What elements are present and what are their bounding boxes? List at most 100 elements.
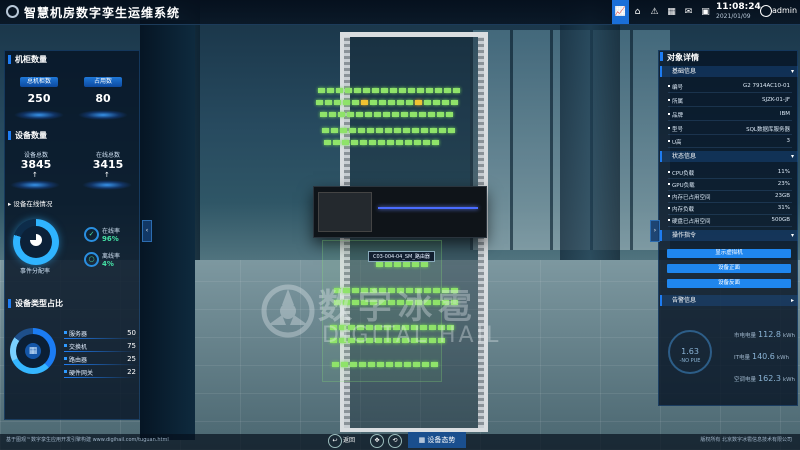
type-name: 服务器	[69, 331, 88, 338]
info-value: SJZK-01-JF	[762, 97, 790, 103]
bullet-icon	[668, 140, 670, 142]
device-front-button[interactable]: 设备正面	[667, 264, 791, 273]
info-key: 所属	[672, 99, 684, 105]
info-row: 所属 SJZK-01-JF	[668, 96, 792, 107]
check-icon: ✓	[84, 227, 99, 242]
brand-logo-icon	[261, 284, 315, 338]
cabinet-used-value: 80	[95, 92, 111, 105]
type-name: 硬件网关	[69, 370, 94, 377]
grid-icon[interactable]: ▦	[663, 0, 680, 24]
device-section-title: 设备数量	[8, 130, 47, 141]
basic-info-header[interactable]: 基础信息 ▾	[660, 66, 798, 77]
status-row: 硬盘已占用空间 500GB	[668, 216, 792, 227]
reset-icon[interactable]: ⟲	[388, 434, 402, 448]
rack-device-label[interactable]: C03-004-04_SM_路由器	[368, 251, 435, 262]
home-icon[interactable]: ⌂	[629, 0, 646, 24]
status-key: GPU负载	[672, 183, 695, 189]
watermark-text: 数字冰雹	[318, 287, 478, 327]
clock-time: 11:08:24	[716, 2, 761, 12]
bullet-icon	[668, 113, 670, 115]
app-logo-icon	[6, 5, 19, 18]
divider	[64, 377, 136, 378]
info-row: 型号 SQL数据库服务器	[668, 124, 792, 135]
metric-value: 112.8	[758, 330, 781, 339]
divider	[64, 351, 136, 352]
status-key: 内存负载	[672, 207, 695, 213]
footer-copyright: 版权所有 北京数字冰雹信息技术有限公司	[700, 437, 792, 443]
type-value: 25	[127, 355, 136, 363]
info-row: U高 3	[668, 137, 792, 148]
online-title-text: 设备在线情况	[13, 200, 53, 208]
watermark-text-en: DIGITAL HAIL	[322, 323, 502, 348]
clock-date: 2021/01/09	[716, 13, 751, 20]
move-icon[interactable]: ✥	[370, 434, 384, 448]
arrow-up-icon: ↑	[32, 171, 38, 179]
metric-name: IT电量	[734, 355, 750, 361]
status-info-header[interactable]: 状态信息 ▾	[660, 151, 798, 162]
type-row: 硬件网关 22	[64, 368, 136, 378]
back-button[interactable]: 返回	[343, 434, 355, 448]
info-key: 编号	[672, 85, 684, 91]
device-type-donut: ▦	[10, 328, 56, 374]
device-state-label: 设备态势	[427, 436, 456, 444]
metric-name: 市电电量	[734, 333, 757, 339]
device-state-button[interactable]: ▦ 设备态势	[408, 432, 466, 448]
led-row	[320, 112, 453, 117]
chevron-down-icon: ▾	[790, 68, 794, 75]
bullet-icon	[668, 207, 670, 209]
device-back-button[interactable]: 设备反面	[667, 279, 791, 288]
metric-value: 140.6	[751, 352, 775, 361]
status-key: 硬盘已占用空间	[672, 219, 711, 225]
show-vm-button[interactable]: 显示虚拟机	[667, 249, 791, 258]
led-row	[318, 88, 460, 93]
info-value: IBM	[779, 111, 790, 117]
ops-header[interactable]: 操作指令 ▾	[660, 230, 798, 241]
online-section-title: ▸ 设备在线情况	[8, 200, 53, 208]
cabinet-section-title: 机柜数量	[8, 54, 47, 65]
offline-icon: ○	[84, 252, 99, 267]
led-row	[332, 362, 438, 367]
app-title: 智慧机房数字孪生运维系统	[24, 6, 181, 20]
cabinet-used-label: 占用数	[84, 77, 122, 87]
type-row: 路由器 25	[64, 355, 136, 365]
collapse-right-button[interactable]: ›	[650, 220, 660, 242]
back-icon[interactable]: ↩	[328, 434, 342, 448]
alarm-header[interactable]: 告警信息 ▸	[660, 295, 798, 306]
divider	[64, 338, 136, 339]
mail-icon[interactable]: ✉	[680, 0, 697, 24]
info-row: 品牌 IBM	[668, 110, 792, 121]
chart-icon[interactable]: 📈	[612, 0, 629, 24]
led-row	[324, 140, 439, 145]
type-title-text: 设备类型占比	[15, 299, 63, 308]
top-bar: 智慧机房数字孪生运维系统 📈 ⌂ ⚠ ▦ ✉ ▣ 11:08:24 2021/0…	[0, 0, 800, 25]
bullet-icon	[668, 195, 670, 197]
server-device[interactable]	[313, 186, 487, 238]
info-row: 编号 G2 7914AC10-01	[668, 82, 792, 93]
chevron-down-icon: ▾	[790, 153, 794, 160]
info-key: U高	[672, 140, 682, 146]
alarm-title: 告警信息	[672, 297, 697, 304]
section-marker	[8, 131, 11, 140]
metric-row: IT电量 140.6 kWh	[734, 352, 789, 361]
bullet-icon	[668, 99, 670, 101]
brand-watermark: 数字冰雹 DIGITAL HAIL	[258, 275, 558, 355]
type-row: 交换机 75	[64, 342, 136, 352]
online-rate-label: 事件分配率	[20, 268, 51, 275]
type-name: 路由器	[69, 357, 88, 364]
calendar-icon[interactable]: ▣	[697, 0, 714, 24]
collapse-left-button[interactable]: ‹	[142, 220, 152, 242]
led-row	[322, 128, 455, 133]
alert-icon[interactable]: ⚠	[646, 0, 663, 24]
basic-info-title: 基础信息	[672, 68, 697, 75]
type-value: 50	[127, 329, 136, 337]
status-row: 内存负载 31%	[668, 204, 792, 215]
cabinet-used-glow	[78, 110, 128, 120]
bullet-icon	[668, 219, 670, 221]
type-value: 75	[127, 342, 136, 350]
user-icon[interactable]	[760, 5, 772, 17]
user-name[interactable]: admin	[772, 6, 797, 15]
bullet-icon	[668, 127, 670, 129]
status-key: 内存已占用空间	[672, 195, 711, 201]
bullet-icon	[668, 183, 670, 185]
metric-unit: kWh	[776, 355, 789, 361]
